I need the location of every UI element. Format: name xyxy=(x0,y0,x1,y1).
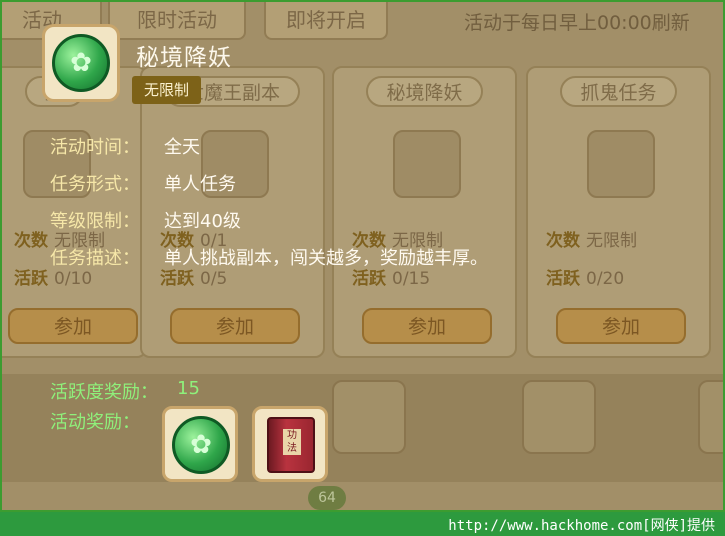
level-label: 等级限制： xyxy=(50,211,140,232)
watermark-bar: http://www.hackhome.com[网侠]提供 xyxy=(0,512,725,536)
red-book-icon: 功法 xyxy=(267,417,315,473)
book-label: 功法 xyxy=(283,429,301,455)
game-screen: 活动 限时活动 即将开启 活动于每日早上00:00刷新 尘 次数无限制 活跃0/… xyxy=(0,0,725,512)
activity-icon-frame: ✿ xyxy=(42,24,120,102)
reward-item[interactable]: ✿ xyxy=(162,406,238,482)
activity-reward-value: 15 xyxy=(177,378,200,399)
popup-title: 秘境降妖 xyxy=(136,45,232,71)
description-value: 单人挑战副本，闯关越多，奖励越丰厚。 xyxy=(164,248,488,269)
mode-value: 单人任务 xyxy=(164,174,236,195)
reward-item[interactable]: 功法 xyxy=(252,406,328,482)
time-label: 活动时间： xyxy=(50,137,140,158)
mode-label: 任务形式： xyxy=(50,174,140,195)
limit-tag: 无限制 xyxy=(132,76,202,104)
watermark-text: http://www.hackhome.com[网侠]提供 xyxy=(448,518,715,534)
activity-reward-label: 活跃度奖励： xyxy=(50,382,158,403)
jade-coin-icon: ✿ xyxy=(172,416,230,474)
rewards-label: 活动奖励： xyxy=(50,412,140,433)
activity-detail-popup: ✿ 秘境降妖 无限制 活动时间： 全天 任务形式： 单人任务 等级限制： 达到4… xyxy=(2,2,602,490)
jade-coin-icon: ✿ xyxy=(52,34,110,92)
level-value: 达到40级 xyxy=(164,211,241,232)
description-label: 任务描述： xyxy=(50,248,140,269)
time-value: 全天 xyxy=(164,137,200,158)
